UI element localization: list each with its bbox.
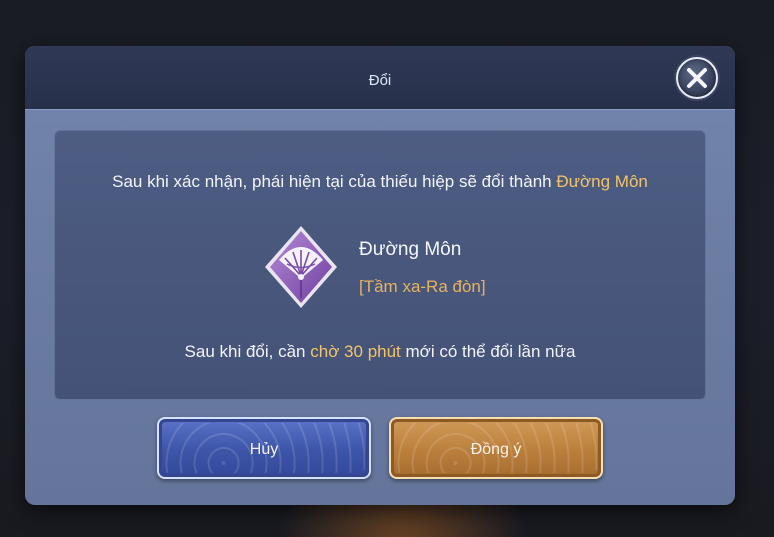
switch-sect-dialog: Đổi Sau khi xác nhận, phái hiện tại của … [25, 46, 735, 505]
confirm-message: Sau khi xác nhận, phái hiện tại của thiế… [55, 172, 705, 192]
confirm-button[interactable]: Đồng ý [389, 417, 603, 479]
close-button[interactable] [676, 57, 718, 99]
cancel-button-label: Hủy [249, 441, 279, 458]
cancel-button[interactable]: Hủy [157, 417, 371, 479]
dialog-title: Đổi [368, 72, 392, 89]
fan-emblem-icon [265, 226, 337, 308]
cooldown-prefix: Sau khi đổi, cần [184, 342, 311, 361]
close-x-icon [687, 68, 707, 88]
confirm-message-prefix: Sau khi xác nhận, phái hiện tại của thiế… [112, 172, 557, 191]
sect-name: Đường Môn [359, 239, 462, 260]
cooldown-message: Sau khi đổi, cần chờ 30 phút mới có thể … [55, 342, 705, 362]
dialog-header: Đổi [25, 46, 735, 110]
cooldown-suffix: mới có thể đổi lần nữa [400, 342, 576, 361]
content-panel: Sau khi xác nhận, phái hiện tại của thiế… [54, 130, 706, 400]
target-sect-highlight: Đường Môn [556, 172, 648, 191]
cooldown-highlight: chờ 30 phút [310, 342, 401, 361]
confirm-button-label: Đồng ý [470, 441, 522, 458]
sect-role-tag: [Tầm xa-Ra đòn] [359, 277, 486, 296]
